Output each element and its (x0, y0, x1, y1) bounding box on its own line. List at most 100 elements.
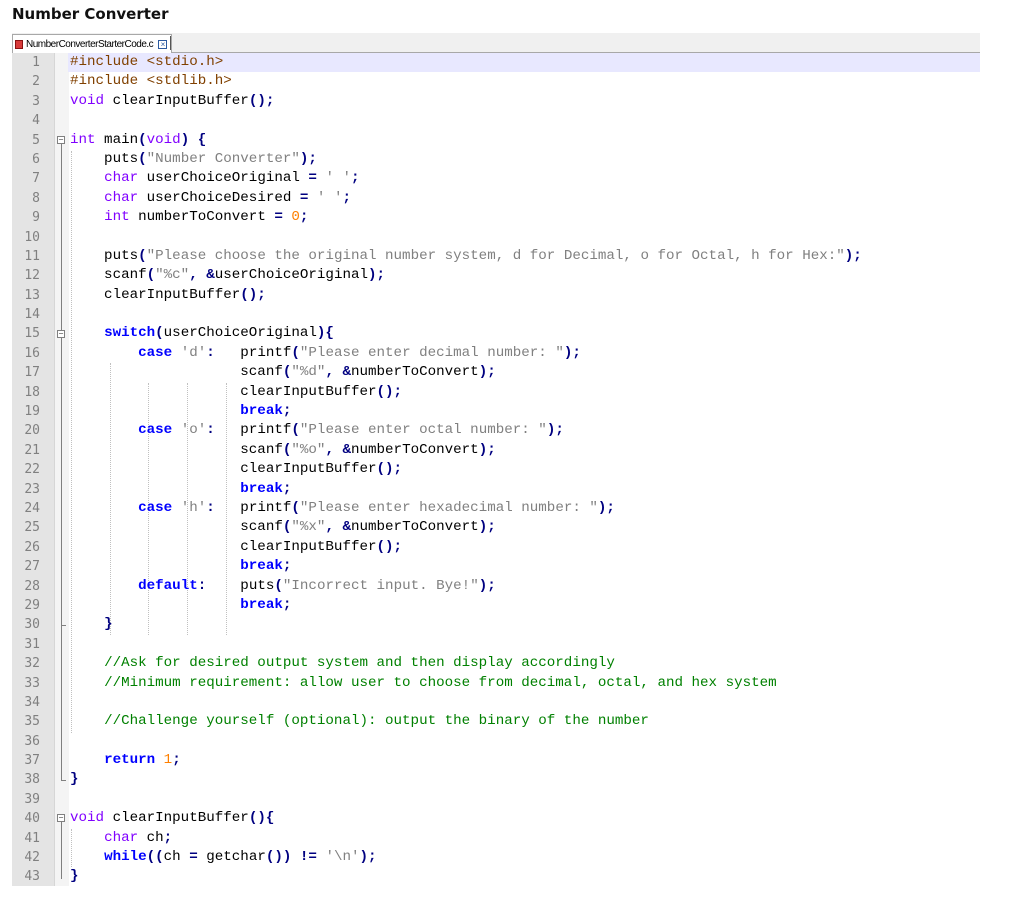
code-line[interactable]: 23 break; (12, 480, 980, 499)
code-text: //Ask for desired output system and then… (104, 655, 615, 672)
code-line[interactable]: 13 clearInputBuffer(); (12, 286, 980, 305)
code-text: break; (240, 596, 292, 613)
line-number: 3 (32, 93, 40, 109)
code-text: break; (240, 558, 292, 575)
line-number: 33 (24, 675, 40, 691)
code-text: break; (240, 403, 292, 420)
line-number: 19 (24, 404, 40, 420)
code-text: switch(userChoiceOriginal){ (104, 325, 334, 342)
line-number: 34 (24, 694, 40, 710)
file-tab-label: NumberConverterStarterCode.c (26, 38, 154, 50)
code-line[interactable]: 6 puts("Number Converter"); (12, 150, 980, 169)
line-number: 15 (24, 326, 40, 342)
code-line[interactable]: 2 #include <stdlib.h> (12, 72, 980, 91)
line-number: 35 (24, 714, 40, 730)
code-line[interactable]: 35 //Challenge yourself (optional): outp… (12, 712, 980, 731)
code-text: default: puts("Incorrect input. Bye!"); (138, 577, 496, 594)
code-line[interactable]: 39 (12, 790, 980, 809)
code-line[interactable]: 22 clearInputBuffer(); (12, 460, 980, 479)
code-line[interactable]: 3 void clearInputBuffer(); (12, 92, 980, 111)
code-line[interactable]: 11 puts("Please choose the original numb… (12, 247, 980, 266)
code-line[interactable]: 5 int main(void) { (12, 131, 980, 150)
line-number: 29 (24, 597, 40, 613)
code-line[interactable]: 32 //Ask for desired output system and t… (12, 654, 980, 673)
code-line[interactable]: 34 (12, 693, 980, 712)
line-number: 40 (24, 811, 40, 827)
code-line[interactable]: 18 clearInputBuffer(); (12, 383, 980, 402)
code-text: scanf("%d", &numberToConvert); (70, 364, 496, 381)
code-text: int main(void) { (70, 131, 207, 148)
code-text: void clearInputBuffer(); (70, 92, 275, 109)
code-line[interactable]: 15 switch(userChoiceOriginal){ (12, 324, 980, 343)
line-number: 43 (24, 869, 40, 885)
code-text: puts("Number Converter"); (70, 150, 317, 167)
line-number: 24 (24, 500, 40, 516)
code-line[interactable]: 30 } (12, 615, 980, 634)
line-number: 18 (24, 384, 40, 400)
code-text: scanf("%x", &numberToConvert); (70, 519, 496, 536)
code-line[interactable]: 10 (12, 228, 980, 247)
line-number: 41 (24, 830, 40, 846)
code-text: case 'h': printf("Please enter hexadecim… (138, 499, 615, 516)
line-number: 26 (24, 539, 40, 555)
line-number: 21 (24, 442, 40, 458)
code-line[interactable]: 42 while((ch = getchar()) != '\n'); (12, 848, 980, 867)
code-text: char userChoiceOriginal = ' '; (104, 170, 360, 187)
code-text: case 'o': printf("Please enter octal num… (138, 422, 564, 439)
code-line[interactable]: 41 char ch; (12, 829, 980, 848)
code-line[interactable]: 27 break; (12, 557, 980, 576)
code-line[interactable]: 7 char userChoiceOriginal = ' '; (12, 169, 980, 188)
code-text: clearInputBuffer(); (70, 538, 403, 555)
file-tab[interactable]: NumberConverterStarterCode.c × (12, 34, 173, 53)
code-text: //Minimum requirement: allow user to cho… (104, 674, 777, 691)
code-line[interactable]: 25 scanf("%x", &numberToConvert); (12, 518, 980, 537)
code-line[interactable]: 33 //Minimum requirement: allow user to … (12, 674, 980, 693)
code-text: } (104, 616, 113, 633)
code-line[interactable]: 28 default: puts("Incorrect input. Bye!"… (12, 577, 980, 596)
code-line[interactable]: 17 scanf("%d", &numberToConvert); (12, 363, 980, 382)
code-text: scanf("%c", &userChoiceOriginal); (70, 267, 386, 284)
code-text: } (70, 771, 79, 788)
line-number: 13 (24, 287, 40, 303)
line-number: 36 (24, 733, 40, 749)
line-number: 5 (32, 132, 40, 148)
line-number: 32 (24, 656, 40, 672)
page-title: Number Converter (12, 5, 169, 23)
code-line[interactable]: 37 return 1; (12, 751, 980, 770)
line-number: 12 (24, 268, 40, 284)
line-number: 25 (24, 520, 40, 536)
code-lines: 1 #include <stdio.h> 2 #include <stdlib.h> 3… (12, 53, 980, 887)
line-number: 42 (24, 850, 40, 866)
code-line[interactable]: 12 scanf("%c", &userChoiceOriginal); (12, 266, 980, 285)
code-line[interactable]: 36 (12, 732, 980, 751)
close-tab-icon[interactable]: × (158, 39, 168, 49)
code-line[interactable]: 8 char userChoiceDesired = ' '; (12, 189, 980, 208)
code-text: void clearInputBuffer(){ (70, 810, 275, 827)
code-text: #include <stdio.h> (70, 54, 224, 70)
code-line[interactable]: 4 (12, 111, 980, 130)
code-line[interactable]: 20 case 'o': printf("Please enter octal … (12, 421, 980, 440)
code-line[interactable]: 38} (12, 770, 980, 789)
code-line[interactable]: 19 break; (12, 402, 980, 421)
code-text: clearInputBuffer(); (70, 461, 403, 478)
code-line[interactable]: 14 (12, 305, 980, 324)
line-number: 10 (24, 229, 40, 245)
line-number: 11 (24, 248, 40, 264)
code-line[interactable]: 31 (12, 635, 980, 654)
line-number: 2 (32, 74, 40, 90)
code-line[interactable]: 21 scanf("%o", &numberToConvert); (12, 441, 980, 460)
code-text: clearInputBuffer(); (70, 286, 266, 303)
code-line[interactable]: 1 #include <stdio.h> (12, 53, 980, 72)
code-text: case 'd': printf("Please enter decimal n… (138, 344, 581, 361)
code-line[interactable]: 29 break; (12, 596, 980, 615)
code-line[interactable]: 26 clearInputBuffer(); (12, 538, 980, 557)
code-editor[interactable]: − − − 1 #include <stdio.h> 2 #include <stdl… (12, 53, 980, 886)
code-line[interactable]: 9 int numberToConvert = 0; (12, 208, 980, 227)
code-text: puts("Please choose the original number … (70, 247, 862, 264)
line-number: 30 (24, 617, 40, 633)
code-line[interactable]: 40 void clearInputBuffer(){ (12, 809, 980, 828)
line-number: 17 (24, 365, 40, 381)
code-line[interactable]: 16 case 'd': printf("Please enter decima… (12, 344, 980, 363)
code-line[interactable]: 24 case 'h': printf("Please enter hexade… (12, 499, 980, 518)
code-line[interactable]: 43} (12, 867, 980, 886)
